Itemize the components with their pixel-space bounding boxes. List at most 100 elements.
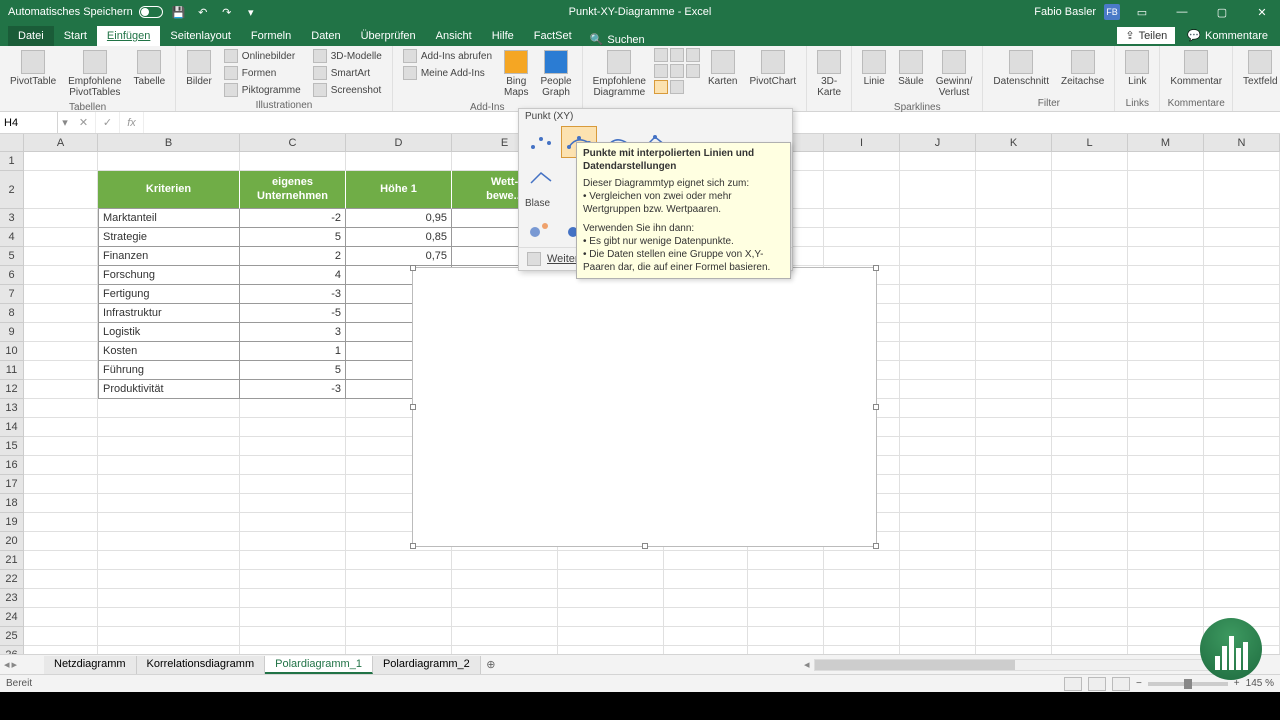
sparkline-line-button[interactable]: Linie (858, 48, 890, 89)
cell[interactable]: 0,75 (346, 247, 452, 266)
cell[interactable] (24, 475, 98, 494)
cell[interactable] (976, 171, 1052, 209)
cell[interactable] (24, 342, 98, 361)
cell[interactable] (558, 589, 664, 608)
cell[interactable] (900, 152, 976, 171)
cell[interactable] (98, 475, 240, 494)
cell[interactable] (98, 627, 240, 646)
cell[interactable]: Forschung (98, 266, 240, 285)
pivottable-button[interactable]: PivotTable (6, 48, 60, 89)
cell[interactable] (24, 627, 98, 646)
name-box[interactable]: H4 (0, 112, 58, 133)
cell[interactable] (240, 475, 346, 494)
view-pagelayout-button[interactable] (1088, 677, 1106, 691)
cell[interactable] (1204, 456, 1280, 475)
cell[interactable] (452, 570, 558, 589)
cell[interactable]: Produktivität (98, 380, 240, 399)
cell[interactable]: 4 (240, 266, 346, 285)
cell[interactable] (1052, 456, 1128, 475)
cell[interactable] (98, 437, 240, 456)
timeline-button[interactable]: Zeitachse (1057, 48, 1108, 89)
cell[interactable] (976, 532, 1052, 551)
row-header[interactable]: 5 (0, 247, 24, 266)
cell[interactable] (1128, 627, 1204, 646)
cell[interactable] (1204, 494, 1280, 513)
cell[interactable] (1128, 513, 1204, 532)
cell[interactable] (1052, 513, 1128, 532)
zoom-level[interactable]: 145 % (1246, 678, 1274, 689)
cell[interactable] (1128, 646, 1204, 654)
cell[interactable] (1204, 228, 1280, 247)
cell[interactable] (824, 551, 900, 570)
tab-factset[interactable]: FactSet (524, 26, 582, 46)
cell[interactable] (1052, 494, 1128, 513)
cell[interactable] (900, 608, 976, 627)
cell[interactable] (452, 627, 558, 646)
column-header[interactable]: B (98, 134, 240, 151)
tab-view[interactable]: Ansicht (426, 26, 482, 46)
scatter-chart-icon[interactable] (654, 80, 668, 94)
table-button[interactable]: Tabelle (130, 48, 170, 89)
cell[interactable] (1128, 399, 1204, 418)
cell[interactable] (1052, 437, 1128, 456)
row-header[interactable]: 24 (0, 608, 24, 627)
row-header[interactable]: 13 (0, 399, 24, 418)
cell[interactable]: 3 (240, 323, 346, 342)
cell[interactable] (976, 475, 1052, 494)
cell[interactable] (98, 646, 240, 654)
cell[interactable] (24, 152, 98, 171)
cell[interactable] (240, 494, 346, 513)
icons-button[interactable]: Piktogramme (220, 82, 305, 98)
3d-models-button[interactable]: 3D-Modelle (309, 48, 386, 64)
cell[interactable] (1052, 399, 1128, 418)
row-header[interactable]: 1 (0, 152, 24, 171)
tab-start[interactable]: Start (54, 26, 97, 46)
share-button[interactable]: ⇪Teilen (1117, 27, 1175, 44)
enter-icon[interactable]: ✓ (96, 112, 120, 133)
cell[interactable] (1052, 551, 1128, 570)
cell[interactable] (240, 152, 346, 171)
cell[interactable] (900, 228, 976, 247)
cell[interactable] (1204, 209, 1280, 228)
cell[interactable] (824, 228, 900, 247)
cell[interactable] (976, 437, 1052, 456)
cell[interactable] (976, 228, 1052, 247)
cell[interactable] (900, 589, 976, 608)
cell[interactable] (24, 532, 98, 551)
cell[interactable] (98, 418, 240, 437)
cell[interactable] (976, 247, 1052, 266)
cell[interactable]: -2 (240, 209, 346, 228)
cell[interactable] (900, 266, 976, 285)
cell[interactable] (98, 551, 240, 570)
cell[interactable] (98, 570, 240, 589)
cell[interactable] (98, 456, 240, 475)
recommended-pivot-button[interactable]: Empfohlene PivotTables (64, 48, 125, 100)
cell[interactable] (824, 570, 900, 589)
row-header[interactable]: 4 (0, 228, 24, 247)
cell[interactable] (824, 589, 900, 608)
cell[interactable] (976, 456, 1052, 475)
pie-chart-icon[interactable] (686, 48, 700, 62)
map-chart-icon[interactable] (670, 80, 684, 94)
sheet-tab[interactable]: Netzdiagramm (44, 656, 137, 674)
cell[interactable] (24, 171, 98, 209)
cell[interactable] (976, 209, 1052, 228)
cell[interactable] (976, 589, 1052, 608)
row-header[interactable]: 22 (0, 570, 24, 589)
cell[interactable] (346, 570, 452, 589)
cell[interactable] (900, 247, 976, 266)
cell[interactable] (1128, 532, 1204, 551)
cell[interactable] (1128, 304, 1204, 323)
column-header[interactable]: K (976, 134, 1052, 151)
cell[interactable] (1128, 437, 1204, 456)
cell[interactable] (1052, 418, 1128, 437)
line-chart-icon[interactable] (670, 48, 684, 62)
cell[interactable] (24, 285, 98, 304)
cell[interactable]: Infrastruktur (98, 304, 240, 323)
cell[interactable] (1204, 475, 1280, 494)
sheet-tab[interactable]: Korrelationsdiagramm (137, 656, 266, 674)
row-header[interactable]: 11 (0, 361, 24, 380)
cell[interactable] (900, 532, 976, 551)
online-pictures-button[interactable]: Onlinebilder (220, 48, 305, 64)
cell[interactable] (976, 285, 1052, 304)
